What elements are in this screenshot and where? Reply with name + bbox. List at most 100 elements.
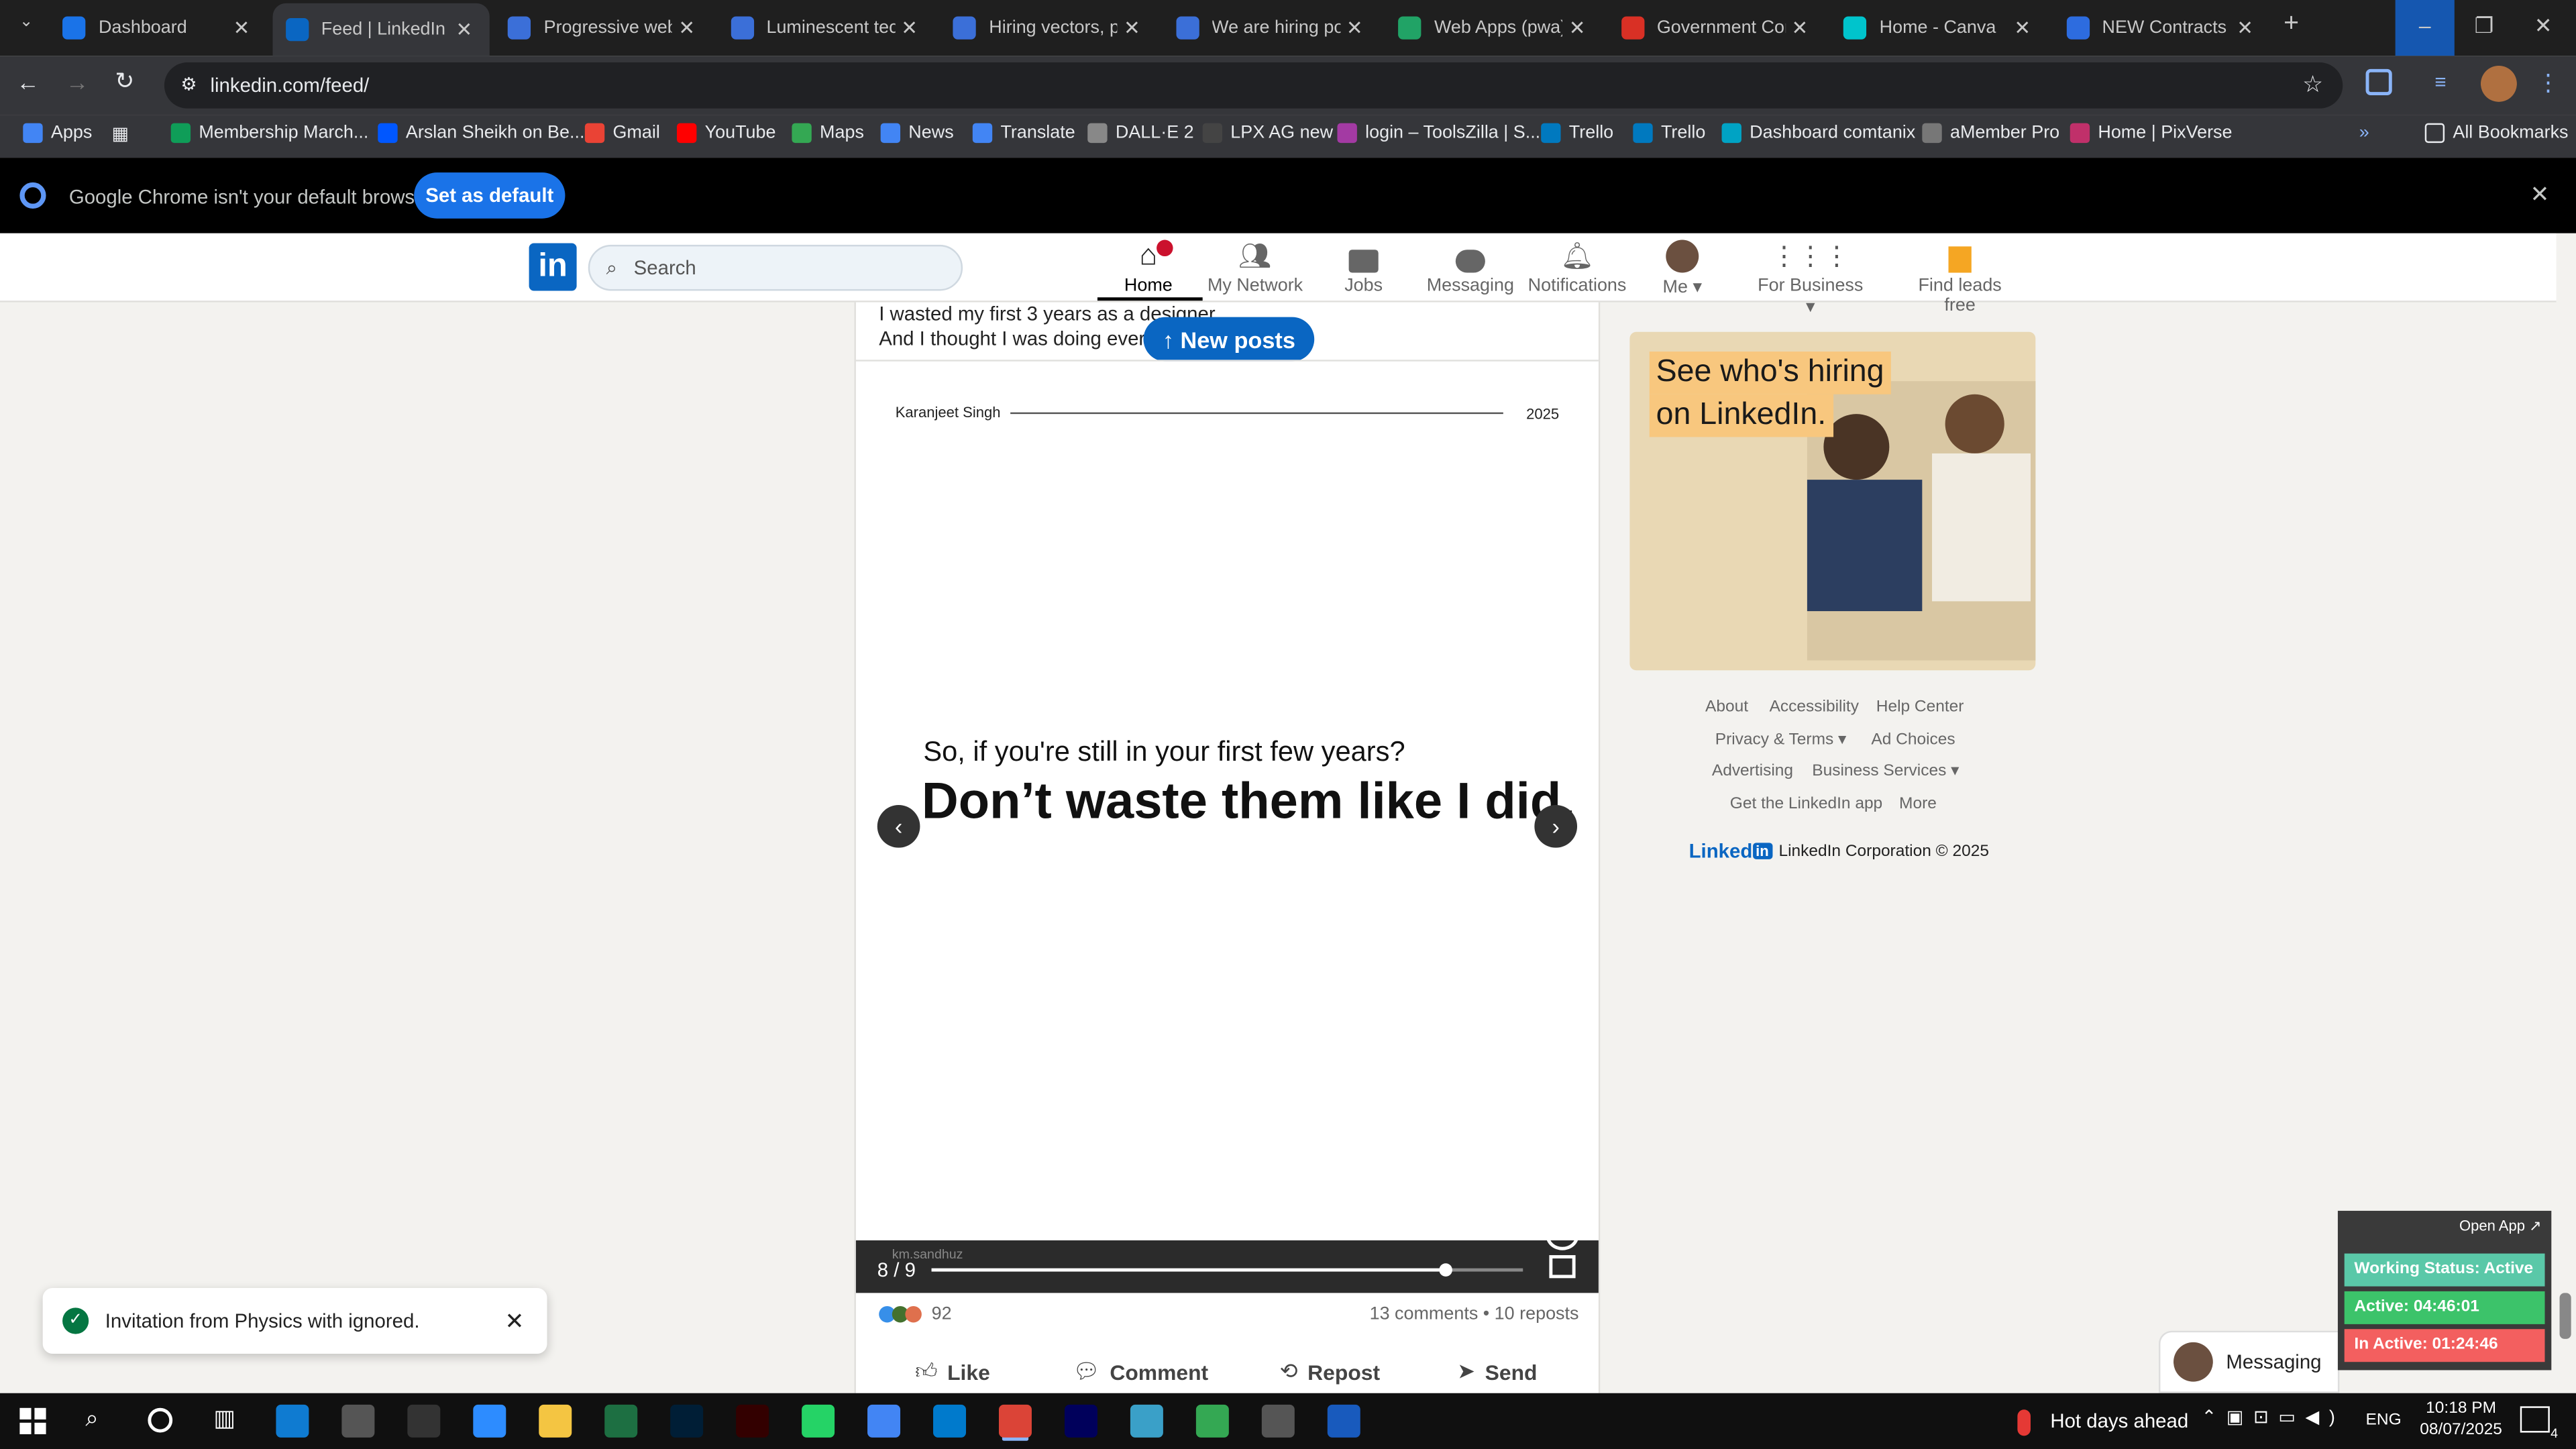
nav-me[interactable]: Me ▾ <box>1625 239 1739 297</box>
footer-link[interactable]: Get the LinkedIn app <box>1730 795 1882 813</box>
nav-messaging[interactable]: Messaging <box>1413 240 1527 296</box>
vscode-icon[interactable] <box>933 1404 967 1438</box>
taskbar-search-icon[interactable]: ⌕ <box>85 1405 98 1433</box>
excel-icon[interactable] <box>604 1404 638 1438</box>
tab-close-icon[interactable]: ✕ <box>1785 16 1815 39</box>
bookmark-item[interactable]: Trello <box>1633 123 1705 144</box>
bookmark-item[interactable]: Gmail <box>584 123 660 144</box>
extensions-icon[interactable] <box>2365 68 2392 96</box>
footer-link[interactable]: Business Services ▾ <box>1812 762 1959 780</box>
footer-link[interactable]: More <box>1899 795 1937 813</box>
progress-track[interactable] <box>931 1263 1523 1277</box>
nav-jobs[interactable]: Jobs <box>1306 240 1421 296</box>
tab-6[interactable]: We are hiring po ✕ <box>1163 7 1379 50</box>
reload-icon[interactable]: ↻ <box>115 67 134 95</box>
new-tab-button[interactable]: + <box>2284 10 2299 40</box>
tab-search-icon[interactable]: ⌄ <box>10 13 43 43</box>
tab-close-icon[interactable]: ✕ <box>1340 16 1369 39</box>
tab-close-icon[interactable]: ✕ <box>227 16 256 39</box>
tab-1[interactable]: Dashboard ✕ <box>49 7 266 50</box>
linkedin-logo[interactable]: in <box>529 243 577 291</box>
premiere-icon[interactable] <box>1064 1404 1097 1438</box>
repost-button[interactable]: ⟲ Repost <box>1280 1358 1380 1385</box>
bookmark-item[interactable]: Home | PixVerse <box>2070 123 2233 144</box>
bookmark-item[interactable]: Dashboard comtanix <box>1721 123 1915 144</box>
profile-avatar[interactable] <box>2480 65 2517 102</box>
fullscreen-icon[interactable] <box>1549 1255 1576 1279</box>
like-button[interactable]: 👍︎ Like <box>915 1358 990 1385</box>
pen-icon[interactable] <box>341 1404 375 1438</box>
edge-icon[interactable] <box>276 1404 309 1438</box>
send-button[interactable]: ➤ Send <box>1457 1358 1537 1385</box>
windows-start-icon[interactable] <box>19 1407 46 1434</box>
whatsapp-icon[interactable] <box>802 1404 835 1438</box>
nav-home[interactable]: ⌂ Home <box>1091 238 1205 296</box>
nav-my-network[interactable]: 👥︎ My Network <box>1197 240 1312 295</box>
site-info-icon[interactable]: ⚙ <box>180 74 197 95</box>
address-bar[interactable]: ⚙ linkedin.com/feed/ ☆ <box>164 62 2343 109</box>
toast-close-icon[interactable]: ✕ <box>504 1307 524 1335</box>
tab-3[interactable]: Progressive web a✕ <box>494 7 711 50</box>
exit-icon[interactable] <box>1546 1220 1579 1250</box>
bookmark-item[interactable]: Arslan Sheikh on Be... <box>378 123 584 144</box>
progress-knob[interactable] <box>1439 1263 1453 1277</box>
infobar-close-icon[interactable]: ✕ <box>2530 180 2549 209</box>
bookmark-item[interactable]: aMember Pro <box>1922 123 2059 144</box>
footer-link[interactable]: Help Center <box>1876 698 1964 716</box>
carousel-next-button[interactable]: › <box>1534 805 1578 848</box>
minimize-button[interactable]: – <box>2395 0 2455 56</box>
calculator-icon[interactable] <box>1261 1404 1295 1438</box>
tab-9[interactable]: Home - Canva ✕ <box>1830 7 2047 50</box>
tab-close-icon[interactable]: ✕ <box>672 16 702 39</box>
nav-for-business[interactable]: ⋮⋮⋮ For Business ▾ <box>1752 240 1870 317</box>
close-window-button[interactable]: ✕ <box>2514 0 2573 56</box>
forward-icon[interactable]: → <box>66 69 89 95</box>
terminal-icon[interactable] <box>407 1404 441 1438</box>
notification-center-icon[interactable]: 4 <box>2520 1406 2558 1441</box>
search-input[interactable]: ⌕ Search <box>588 244 963 291</box>
bookmark-item[interactable]: Trello <box>1541 123 1613 144</box>
tab-2[interactable]: Feed | LinkedIn ✕ <box>272 3 489 56</box>
comments-reposts-count[interactable]: 13 comments • 10 reposts <box>1370 1305 1579 1324</box>
illustrator-icon[interactable] <box>736 1404 769 1438</box>
tab-10[interactable]: NEW Contracts 0 ✕ <box>2053 7 2269 50</box>
page-scrollbar[interactable] <box>2556 233 2576 1393</box>
bookmark-item[interactable]: Apps <box>23 123 92 144</box>
scrollbar-thumb[interactable] <box>2559 1293 2571 1339</box>
tab-close-icon[interactable]: ✕ <box>2008 16 2037 39</box>
word-icon[interactable] <box>1327 1404 1360 1438</box>
task-view-icon[interactable]: ▥ <box>213 1405 235 1433</box>
file-explorer-icon[interactable] <box>539 1404 572 1438</box>
open-app-link[interactable]: Open App ↗ <box>2459 1218 2542 1236</box>
hiring-ad[interactable]: See who's hiring on LinkedIn. <box>1629 331 2036 671</box>
footer-link[interactable]: Ad Choices <box>1871 731 1955 749</box>
tab-close-icon[interactable]: ✕ <box>449 18 479 41</box>
footer-link[interactable]: Advertising <box>1712 762 1793 780</box>
cortana-icon[interactable] <box>148 1407 173 1433</box>
back-icon[interactable]: ← <box>16 69 39 95</box>
zoom-icon[interactable] <box>473 1404 506 1438</box>
bookmark-item[interactable]: YouTube <box>676 123 776 144</box>
restore-button[interactable]: ❐ <box>2455 0 2514 56</box>
carousel-prev-button[interactable]: ‹ <box>877 805 920 848</box>
more-bookmarks-icon[interactable]: » <box>2359 123 2369 143</box>
sheets-icon[interactable] <box>1195 1404 1229 1438</box>
nav-notifications[interactable]: 🔔︎ Notifications <box>1519 240 1634 295</box>
menu-icon[interactable]: ⋮ <box>2536 69 2559 97</box>
bookmark-item[interactable]: LPX AG new <box>1202 123 1333 144</box>
nav-find-leads-free[interactable]: Find leads free <box>1902 240 2017 315</box>
tab-close-icon[interactable]: ✕ <box>2231 16 2260 39</box>
reactions-summary[interactable]: 92 <box>879 1305 952 1324</box>
bookmark-item[interactable]: Membership March... <box>170 123 368 144</box>
tab-4[interactable]: Luminescent tech ✕ <box>717 7 934 50</box>
app-icon[interactable] <box>1130 1404 1163 1438</box>
bookmark-item[interactable]: Translate <box>972 123 1075 144</box>
footer-link[interactable]: About <box>1705 698 1748 716</box>
all-bookmarks[interactable]: All Bookmarks <box>2424 123 2569 144</box>
tab-5[interactable]: Hiring vectors, ph ✕ <box>940 7 1157 50</box>
weather-icon[interactable] <box>2017 1409 2031 1436</box>
tab-close-icon[interactable]: ✕ <box>1117 16 1146 39</box>
clock[interactable]: 10:18 PM 08/07/2025 <box>2415 1400 2507 1440</box>
tab-7[interactable]: Web Apps (pwa) ✕ <box>1385 7 1602 50</box>
tab-groups-icon[interactable]: ▦ <box>112 123 129 144</box>
